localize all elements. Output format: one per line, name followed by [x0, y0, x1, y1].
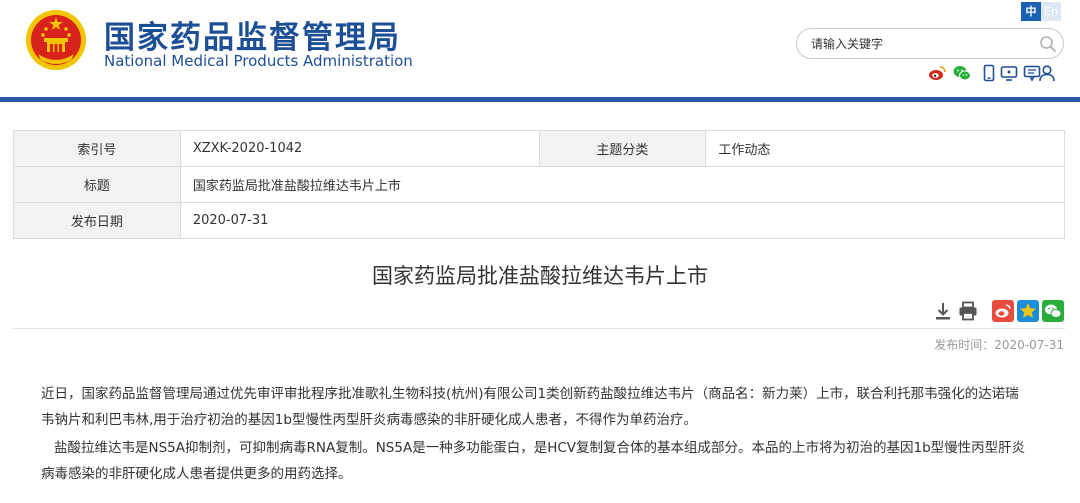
table-row: 标题 国家药监局批准盐酸拉维达韦片上市	[13, 166, 1066, 203]
paragraph-line: 病毒感染的非肝硬化成人患者提供更多的用药选择。	[41, 466, 352, 482]
lang-en-button[interactable]: En	[1041, 2, 1061, 21]
mobile-icon[interactable]	[980, 64, 998, 82]
user-icon[interactable]	[1038, 64, 1056, 82]
table-row: 索引号 XZXK-2020-1042 主题分类 工作动态	[13, 130, 1065, 167]
weibo-share-icon[interactable]	[992, 300, 1014, 322]
article-paragraph: 近日，国家药品监督管理局通过优先审评审批程序批准歌礼生物科技(杭州)有限公司1类…	[41, 381, 1065, 433]
download-icon[interactable]	[932, 300, 954, 322]
title-label: 标题	[13, 166, 181, 203]
date-label: 发布日期	[13, 202, 181, 239]
paragraph-line: 盐酸拉维达韦是NS5A抑制剂，可抑制病毒RNA复制。NS5A是一种多功能蛋白，是…	[54, 440, 1026, 456]
date-value: 2020-07-31	[179, 202, 1066, 239]
title-value: 国家药监局批准盐酸拉维达韦片上市	[179, 166, 1066, 203]
search-input[interactable]	[811, 34, 1031, 54]
weibo-icon[interactable]	[928, 64, 946, 82]
tv-icon[interactable]	[1000, 64, 1018, 82]
search-icon[interactable]	[1039, 35, 1057, 53]
paragraph-line: 近日，国家药品监督管理局通过优先审评审批程序批准歌礼生物科技(杭州)有限公司1类…	[41, 386, 1019, 402]
national-emblem-icon[interactable]	[24, 8, 88, 72]
document-info-table: 索引号 XZXK-2020-1042 主题分类 工作动态 标题 国家药监局批准盐…	[13, 130, 1066, 239]
paragraph-line: 韦钠片和利巴韦林,用于治疗初治的基因1b型慢性丙型肝炎病毒感染的非肝硬化成人患者…	[41, 412, 697, 428]
qzone-share-icon[interactable]	[1017, 300, 1039, 322]
article-divider	[13, 328, 1065, 329]
print-icon[interactable]	[957, 300, 979, 322]
article-title: 国家药监局批准盐酸拉维达韦片上市	[372, 264, 708, 288]
category-label: 主题分类	[538, 130, 707, 167]
site-title-en[interactable]: National Medical Products Administration	[104, 52, 413, 70]
index-label: 索引号	[13, 130, 181, 167]
publish-time: 发布时间：2020-07-31	[934, 338, 1064, 352]
lang-zh-button[interactable]: 中	[1021, 2, 1041, 21]
article-paragraph: 盐酸拉维达韦是NS5A抑制剂，可抑制病毒RNA复制。NS5A是一种多功能蛋白，是…	[41, 435, 1065, 487]
site-header: 国家药品监督管理局 National Medical Products Admi…	[0, 0, 1080, 99]
index-value: XZXK-2020-1042	[179, 130, 540, 167]
wechat-share-icon[interactable]	[1042, 300, 1064, 322]
header-divider-bar	[0, 97, 1080, 102]
share-toolbar	[0, 300, 1080, 326]
wechat-icon[interactable]	[953, 64, 971, 82]
table-row: 发布日期 2020-07-31	[13, 202, 1066, 239]
category-value: 工作动态	[705, 130, 1065, 167]
search-box	[796, 28, 1064, 59]
site-title-cn[interactable]: 国家药品监督管理局	[104, 12, 401, 57]
